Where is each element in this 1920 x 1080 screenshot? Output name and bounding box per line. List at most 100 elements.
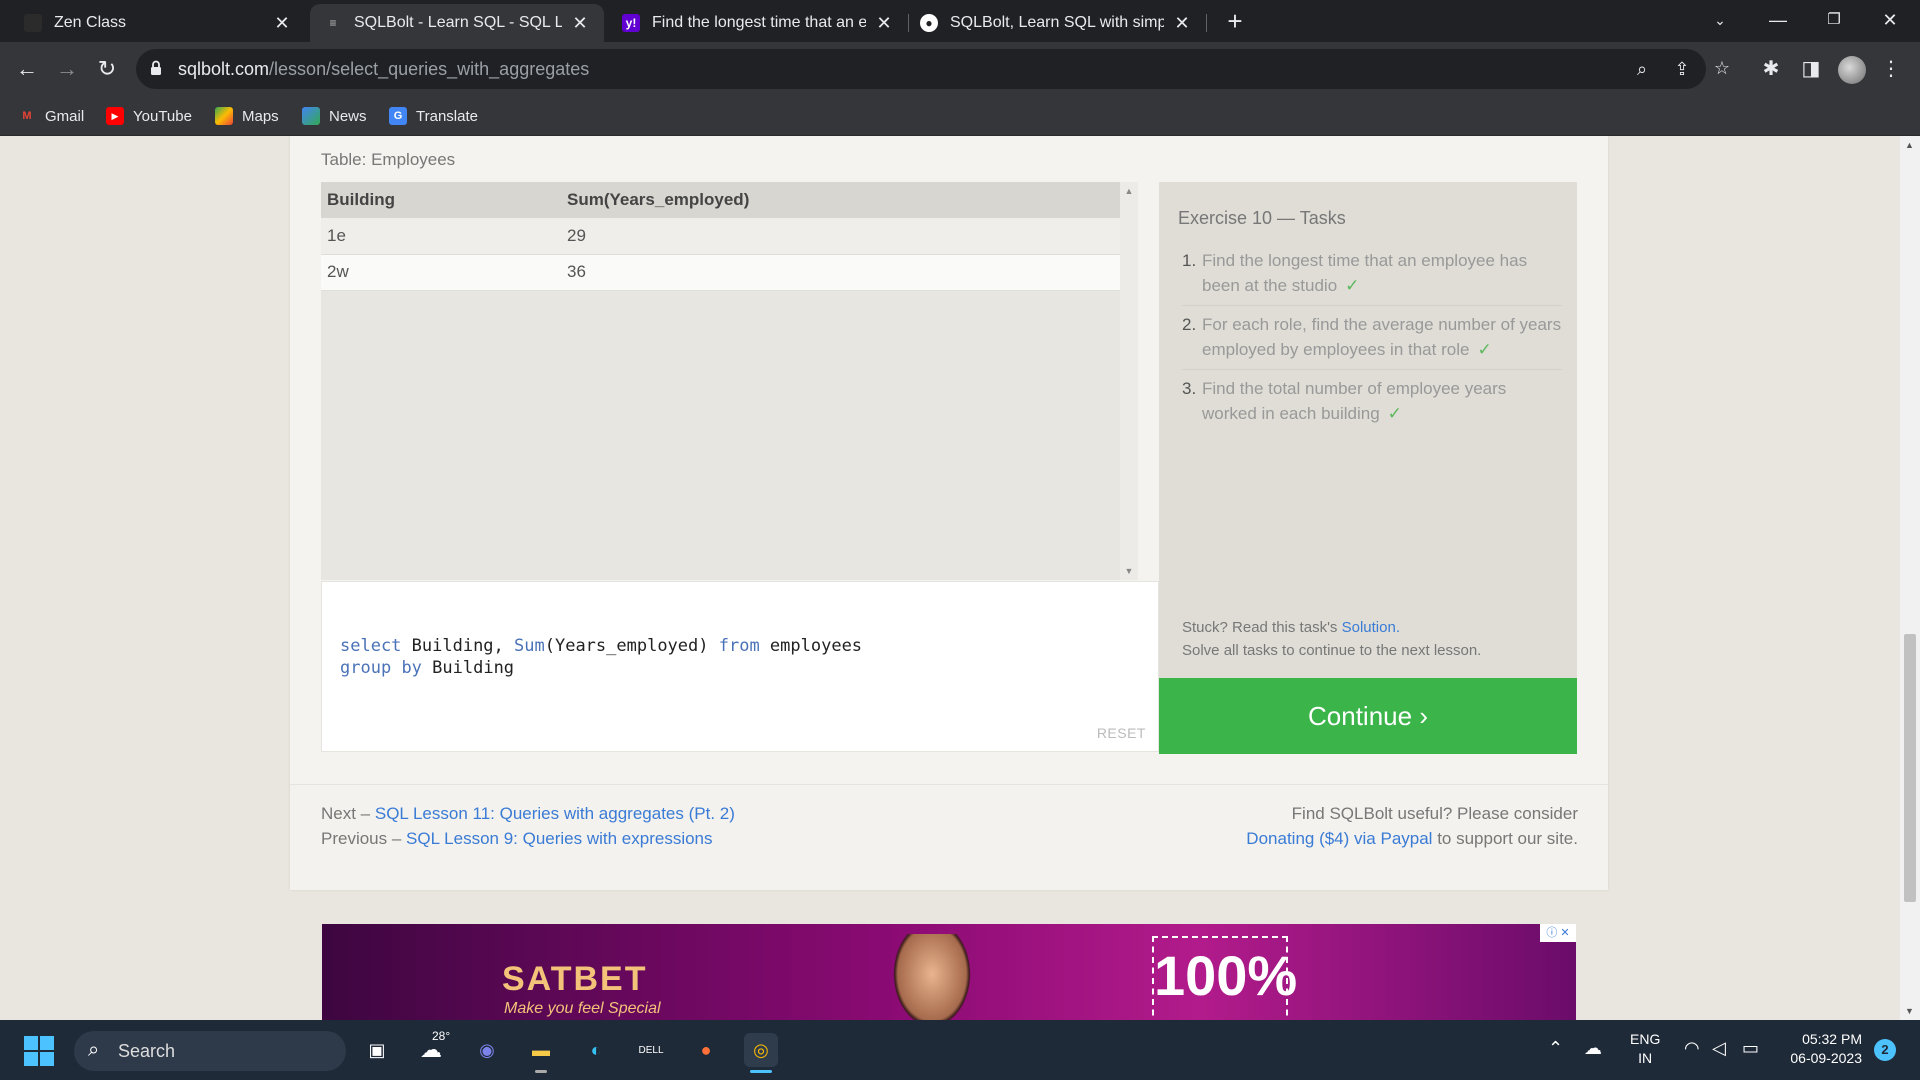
bookmark-maps[interactable]: Maps: [215, 104, 279, 128]
keyword: from: [718, 636, 760, 656]
result-scrollbar[interactable]: ▲ ▼: [1120, 182, 1138, 580]
scroll-down-icon[interactable]: ▼: [1124, 566, 1134, 576]
tab-search-icon[interactable]: ⌄: [1700, 0, 1740, 40]
search-icon: ⌕: [88, 1039, 100, 1061]
taskbar-search[interactable]: ⌕ Search: [74, 1031, 346, 1071]
chrome-icon[interactable]: ◎: [744, 1033, 778, 1067]
close-icon[interactable]: ✕: [1172, 13, 1192, 34]
ad-banner[interactable]: SATBET Make you feel Special 100% ⓘ ✕: [322, 924, 1576, 1020]
task-item: 2. For each role, find the average numbe…: [1182, 306, 1562, 370]
omnibox[interactable]: sqlbolt.com/lesson/select_queries_with_a…: [136, 49, 1730, 89]
url-host: sqlbolt.com: [178, 59, 270, 79]
previous-lesson-link[interactable]: SQL Lesson 9: Queries with expressions: [406, 829, 712, 848]
new-tab-button[interactable]: +: [1220, 6, 1250, 36]
task-text-wrap: For each role, find the average number o…: [1202, 312, 1562, 362]
system-clock[interactable]: 05:32 PM 06-09-2023: [1778, 1030, 1862, 1068]
close-icon[interactable]: ✕: [272, 13, 292, 34]
bookmark-gmail[interactable]: M Gmail: [18, 104, 84, 128]
next-lesson-link[interactable]: SQL Lesson 11: Queries with aggregates (…: [375, 804, 735, 823]
keyword: Sum: [514, 636, 545, 656]
window-close-icon[interactable]: ✕: [1870, 0, 1910, 40]
ad-offer: 100%: [1152, 936, 1297, 1020]
lock-icon[interactable]: [150, 60, 162, 76]
zoom-icon[interactable]: ⌕: [1630, 57, 1654, 81]
lesson-navigation: Next – SQL Lesson 11: Queries with aggre…: [321, 801, 735, 851]
task-text: Find the total number of employee years …: [1202, 379, 1507, 423]
stuck-hint: Stuck? Read this task's Solution. Solve …: [1182, 616, 1481, 662]
code-token: (Years_employed): [544, 636, 719, 656]
teams-chat-icon[interactable]: ◉: [470, 1033, 504, 1067]
forward-icon[interactable]: →: [52, 54, 82, 84]
language-indicator[interactable]: ENG IN: [1630, 1030, 1660, 1068]
table-row: 1e 29: [321, 218, 1136, 255]
extensions-icon[interactable]: ✱: [1756, 54, 1786, 84]
bookmark-label: YouTube: [133, 107, 192, 125]
menu-kebab-icon[interactable]: ⋮: [1876, 54, 1906, 84]
tasks-pane: Exercise 10 — Tasks 1. Find the longest …: [1159, 182, 1577, 752]
bookmark-label: Gmail: [45, 107, 85, 125]
side-panel-icon[interactable]: ◨: [1796, 54, 1826, 84]
show-hidden-icons-icon[interactable]: ⌃: [1548, 1038, 1563, 1059]
file-explorer-icon[interactable]: ▬: [524, 1033, 558, 1067]
share-icon[interactable]: ⇪: [1670, 57, 1694, 81]
dell-icon[interactable]: DELL: [634, 1033, 668, 1067]
scroll-down-icon[interactable]: ▼: [1905, 1006, 1914, 1016]
sqlbolt-icon: ≡: [329, 16, 337, 30]
bookmark-news[interactable]: News: [302, 104, 367, 128]
minimize-icon[interactable]: —: [1758, 0, 1798, 40]
tab-github[interactable]: ● SQLBolt, Learn SQL with simple, i ✕: [906, 4, 1206, 42]
tab-title: Find the longest time that an em: [652, 14, 866, 31]
solution-link[interactable]: Solution.: [1342, 619, 1400, 636]
donate-link[interactable]: Donating ($4) via Paypal: [1246, 829, 1432, 848]
restore-icon[interactable]: ❐: [1814, 0, 1854, 40]
close-icon[interactable]: ✕: [570, 13, 590, 34]
gmail-icon: M: [22, 110, 32, 122]
previous-prefix: Previous –: [321, 829, 407, 848]
table-header-row: Building Sum(Years_employed): [321, 182, 1136, 218]
profile-avatar[interactable]: [1838, 56, 1866, 84]
reload-icon[interactable]: ↻: [92, 54, 122, 84]
close-icon[interactable]: ✕: [874, 13, 894, 34]
bookmark-translate[interactable]: G Translate: [389, 104, 478, 128]
battery-icon[interactable]: ▭: [1742, 1038, 1759, 1059]
sql-editor[interactable]: select Building, Sum(Years_employed) fro…: [321, 581, 1159, 752]
donate-note: Find SQLBolt useful? Please consider Don…: [1246, 801, 1578, 851]
code-token: Building: [421, 658, 515, 678]
scroll-up-icon[interactable]: ▲: [1905, 140, 1914, 150]
ad-image: [888, 934, 976, 1020]
onedrive-icon[interactable]: ☁: [1584, 1038, 1602, 1059]
scrollbar-thumb[interactable]: [1904, 634, 1916, 902]
bookmark-label: News: [329, 107, 367, 125]
search-label: Search: [118, 1041, 176, 1061]
tab-sqlbolt[interactable]: ≡ SQLBolt - Learn SQL - SQL Lesson ✕: [310, 4, 604, 42]
ad-close-icon[interactable]: ⓘ ✕: [1540, 924, 1576, 942]
ad-brand: SATBET: [502, 960, 648, 998]
sql-code[interactable]: select Building, Sum(Years_employed) fro…: [340, 635, 862, 679]
region-code: IN: [1638, 1050, 1653, 1066]
bookmark-star-icon[interactable]: ☆: [1710, 56, 1734, 80]
task-number: 3.: [1182, 379, 1197, 398]
page-viewport: Table: Employees Building Sum(Years_empl…: [0, 136, 1920, 1020]
wifi-icon[interactable]: ◠: [1684, 1038, 1700, 1059]
table-cell: 1e: [321, 218, 561, 255]
back-icon[interactable]: ←: [12, 54, 42, 84]
tab-yahoo[interactable]: y! Find the longest time that an em ✕: [608, 4, 908, 42]
bookmark-youtube[interactable]: ▶ YouTube: [106, 104, 192, 128]
yahoo-icon: y!: [622, 14, 640, 32]
task-view-icon[interactable]: ▣: [360, 1033, 394, 1067]
scroll-up-icon[interactable]: ▲: [1124, 186, 1134, 196]
windows-start-icon[interactable]: [24, 1036, 54, 1066]
stuck-text: Stuck? Read this task's: [1182, 619, 1342, 636]
tab-zen-class[interactable]: Zen Class ✕: [10, 4, 306, 42]
firefox-icon[interactable]: ●: [689, 1033, 723, 1067]
page-scrollbar[interactable]: ▲ ▼: [1900, 136, 1920, 1020]
donate-text: Find SQLBolt useful? Please consider: [1291, 804, 1578, 823]
url-text[interactable]: sqlbolt.com/lesson/select_queries_with_a…: [178, 59, 589, 80]
volume-icon[interactable]: ◁: [1712, 1038, 1726, 1059]
youtube-icon: ▶: [106, 107, 124, 125]
next-prefix: Next –: [321, 804, 375, 823]
edge-icon[interactable]: ◐: [579, 1033, 613, 1067]
notification-badge[interactable]: 2: [1874, 1039, 1896, 1061]
continue-button[interactable]: Continue ›: [1159, 678, 1577, 754]
reset-button[interactable]: RESET: [1097, 725, 1146, 741]
